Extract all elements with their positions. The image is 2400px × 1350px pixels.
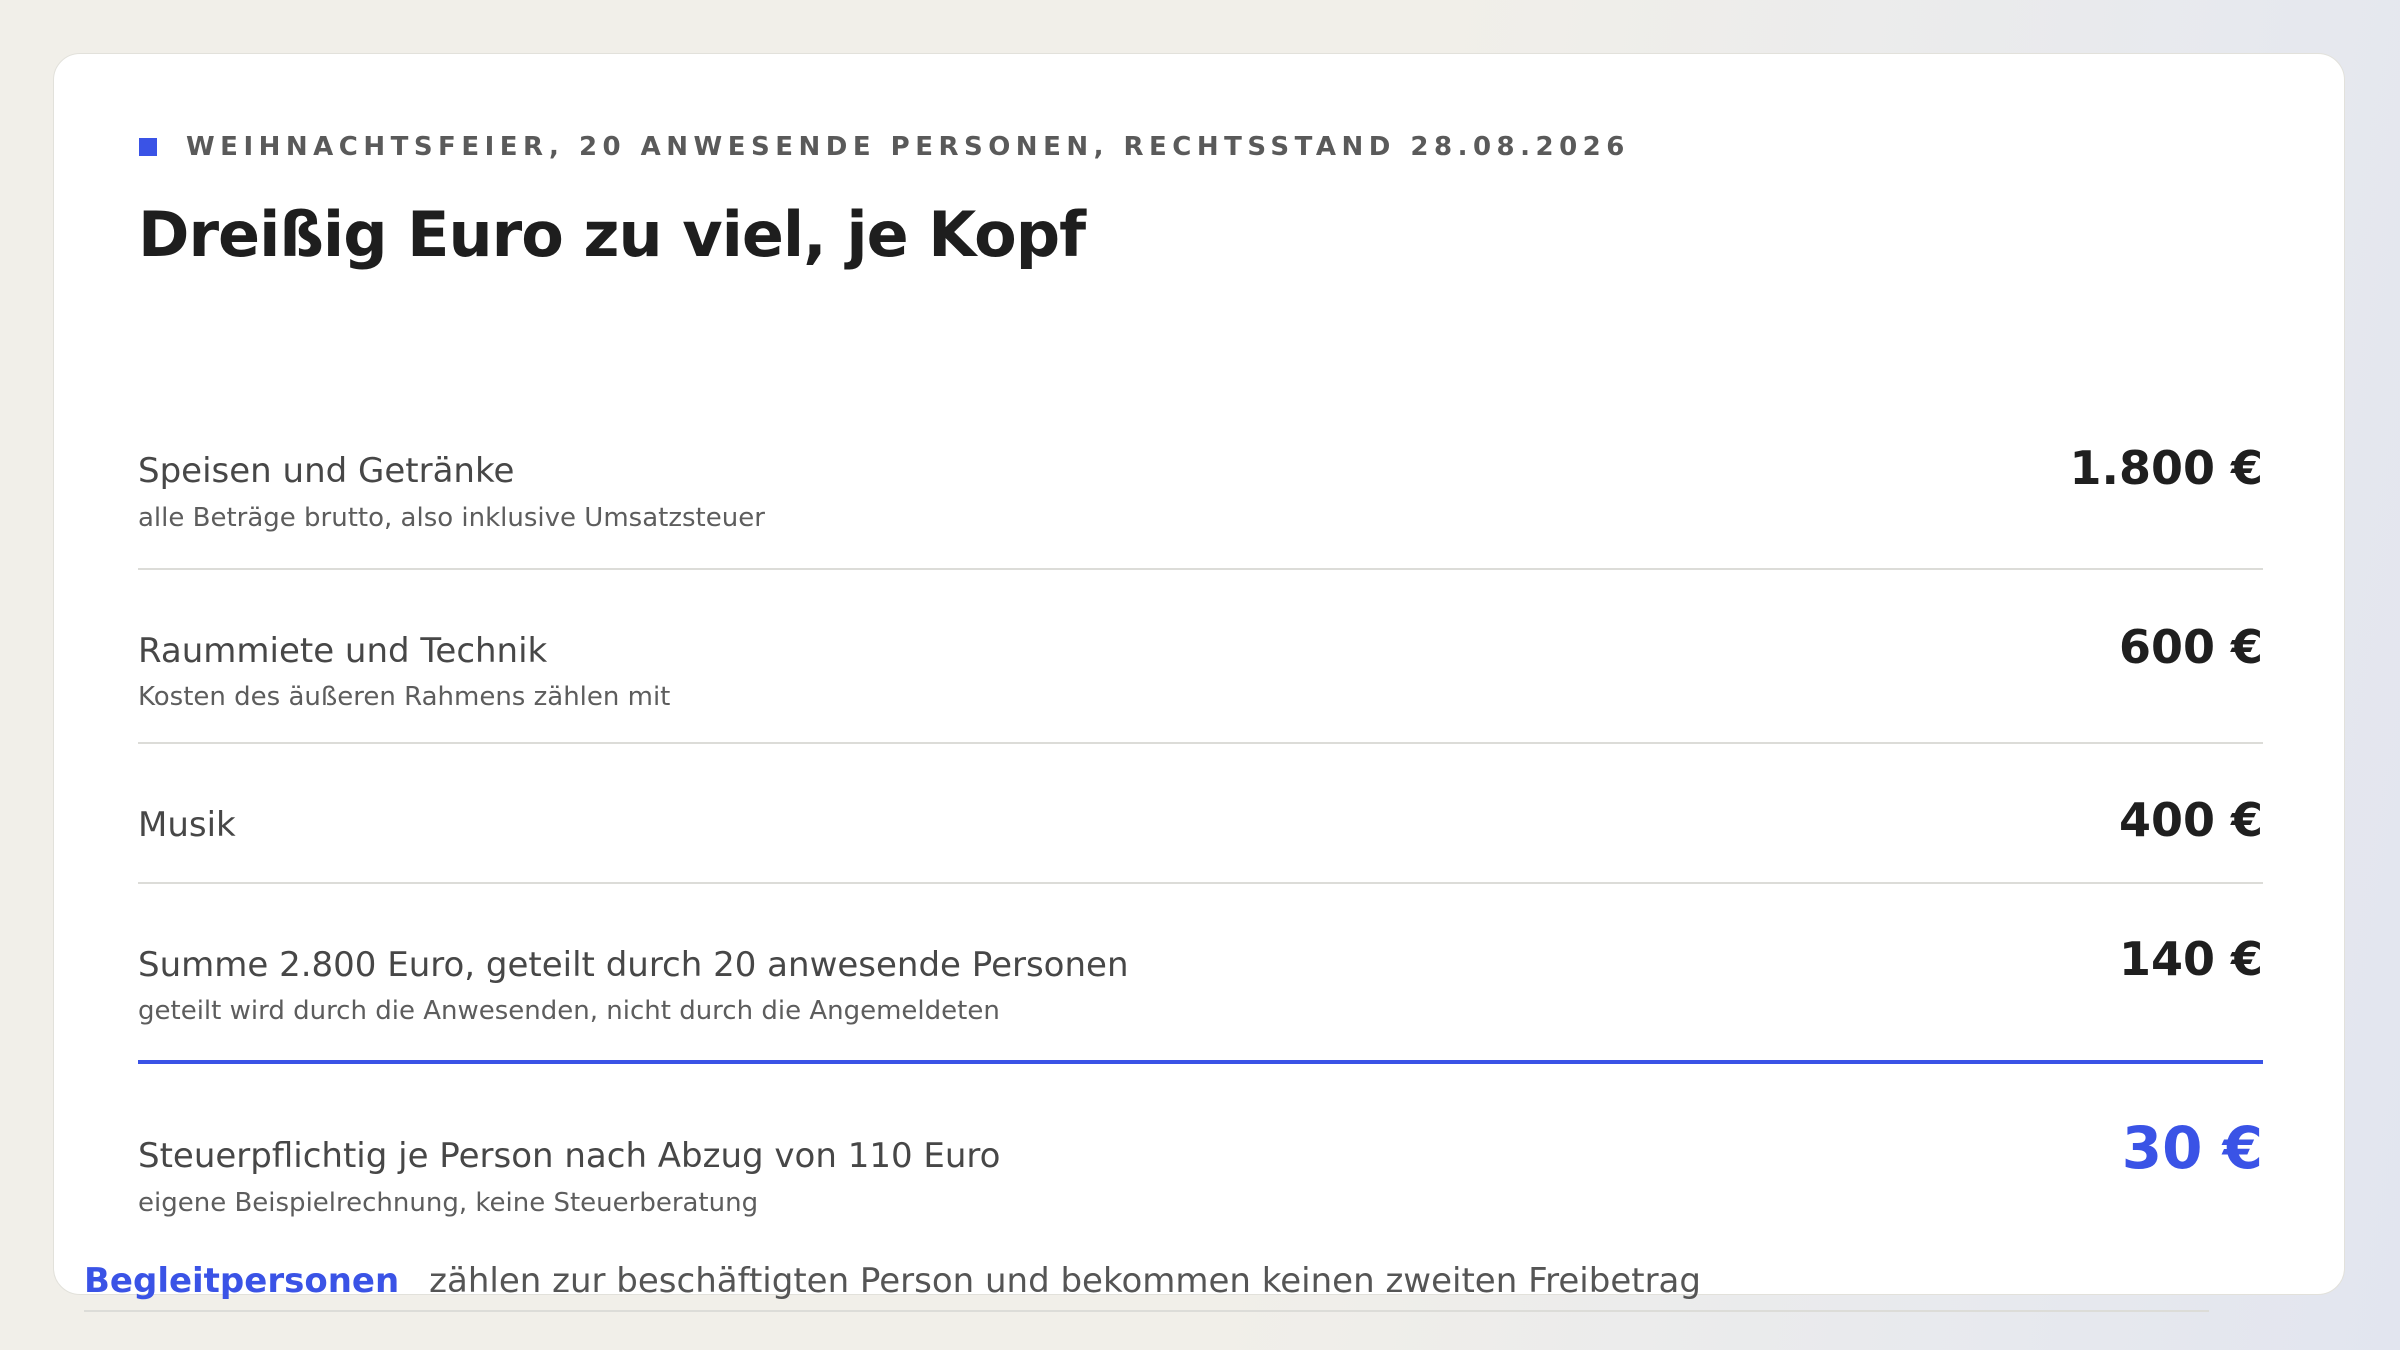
eyebrow-text: WEIHNACHTSFEIER, 20 ANWESENDE PERSONEN, …	[186, 132, 1630, 162]
row-label: Steuerpflichtig je Person nach Abzug von…	[138, 1136, 1001, 1176]
row-value: 400 €	[2118, 793, 2263, 847]
row-value: 140 €	[2118, 932, 2263, 986]
result-value: 30 €	[2121, 1114, 2263, 1182]
cost-row-room: Raummiete und Technik Kosten des äußeren…	[138, 570, 2263, 744]
row-note: geteilt wird durch die Anwesenden, nicht…	[138, 996, 1000, 1026]
footer-text: zählen zur beschäftigten Person und beko…	[429, 1261, 1701, 1301]
row-value: 600 €	[2118, 620, 2263, 674]
summary-card: WEIHNACHTSFEIER, 20 ANWESENDE PERSONEN, …	[53, 53, 2345, 1295]
cost-row-sum: Summe 2.800 Euro, geteilt durch 20 anwes…	[138, 884, 2263, 1064]
row-label: Musik	[138, 805, 236, 845]
row-note: eigene Beispielrechnung, keine Steuerber…	[138, 1188, 759, 1218]
eyebrow: WEIHNACHTSFEIER, 20 ANWESENDE PERSONEN, …	[139, 134, 1630, 160]
cost-row-music: Musik 400 €	[138, 744, 2263, 884]
square-bullet-icon	[139, 138, 157, 156]
row-note: alle Beträge brutto, also inklusive Umsa…	[138, 503, 765, 533]
row-value: 1.800 €	[2069, 441, 2263, 495]
row-label: Summe 2.800 Euro, geteilt durch 20 anwes…	[138, 945, 1129, 985]
row-label: Speisen und Getränke	[138, 451, 515, 491]
row-note: Kosten des äußeren Rahmens zählen mit	[138, 682, 671, 712]
row-label: Raummiete und Technik	[138, 631, 548, 671]
footer-note: Begleitpersonen zählen zur beschäftigten…	[84, 1264, 2209, 1312]
cost-row-food: Speisen und Getränke alle Beträge brutto…	[138, 389, 2263, 570]
cost-row-taxable: Steuerpflichtig je Person nach Abzug von…	[138, 1064, 2263, 1254]
page-title: Dreißig Euro zu viel, je Kopf	[138, 198, 1086, 271]
footer-key: Begleitpersonen	[84, 1261, 400, 1301]
